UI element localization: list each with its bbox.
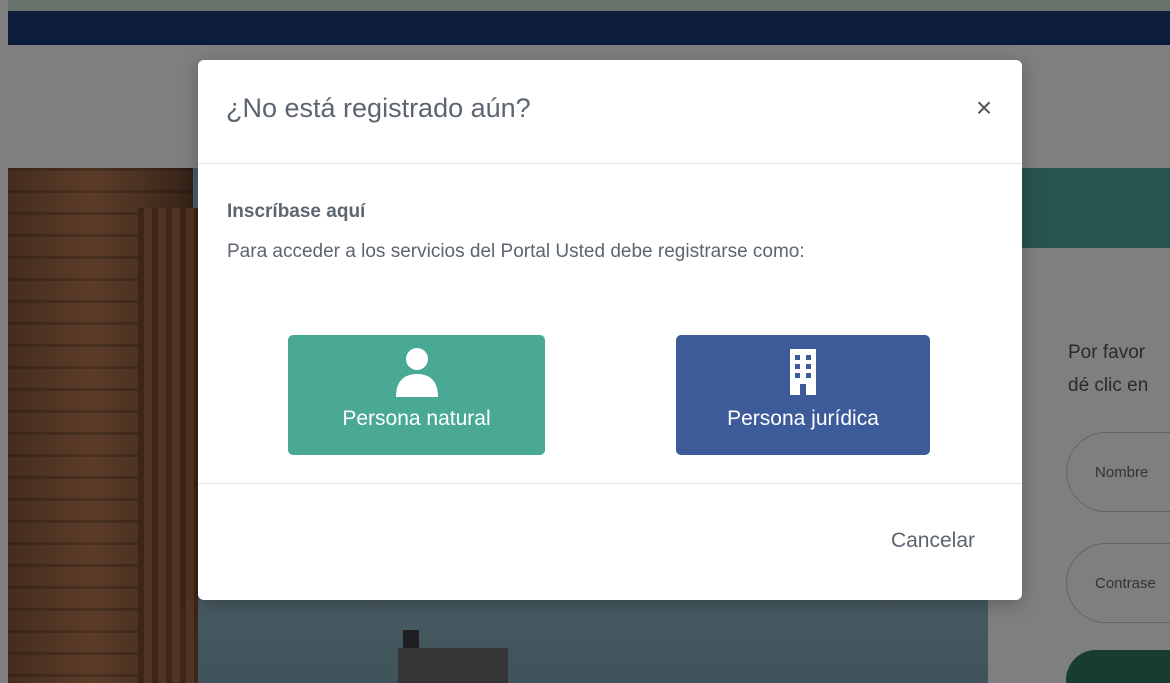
modal-body: Inscríbase aquí Para acceder a los servi… — [198, 164, 1022, 484]
modal-footer: Cancelar — [198, 483, 1022, 601]
persona-natural-label: Persona natural — [342, 407, 491, 430]
persona-juridica-label: Persona jurídica — [727, 407, 879, 430]
cancel-button[interactable]: Cancelar — [891, 529, 975, 553]
user-icon — [394, 347, 440, 404]
close-icon: × — [975, 92, 993, 123]
modal-description: Para acceder a los servicios del Portal … — [227, 241, 805, 262]
modal-subtitle: Inscríbase aquí — [227, 201, 366, 222]
modal-header: ¿No está registrado aún? × — [198, 60, 1022, 164]
modal-title: ¿No está registrado aún? — [226, 93, 531, 123]
persona-juridica-button[interactable]: Persona jurídica — [676, 335, 930, 455]
building-icon — [787, 347, 819, 402]
close-button[interactable]: × — [966, 90, 1002, 126]
registration-modal: ¿No está registrado aún? × Inscríbase aq… — [198, 60, 1022, 600]
persona-natural-button[interactable]: Persona natural — [288, 335, 545, 455]
